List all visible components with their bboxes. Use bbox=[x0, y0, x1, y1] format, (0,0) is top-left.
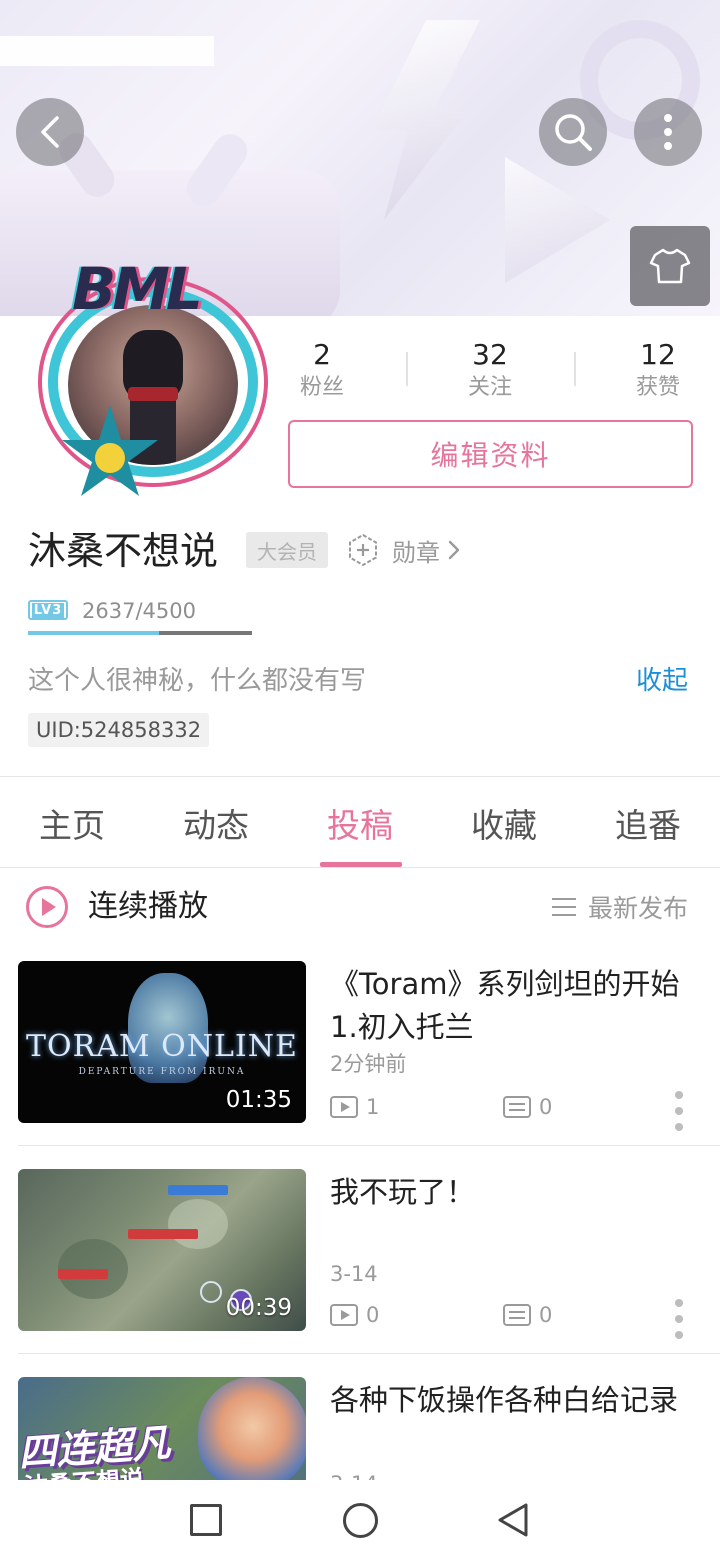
video-item[interactable]: 00:39 我不玩了！ 3-14 0 0 bbox=[0, 1169, 720, 1377]
video-thumbnail[interactable]: TORAM ONLINE DEPARTURE FROM IRUNA 01:35 bbox=[18, 961, 306, 1123]
medal-icon bbox=[349, 533, 377, 567]
video-item[interactable]: 四连超凡 沐桑不想说 各种下饭操作各种白给记录 3-14 bbox=[0, 1377, 720, 1480]
following-count: 32 bbox=[472, 338, 508, 371]
play-count-icon bbox=[330, 1096, 358, 1118]
play-circle-icon[interactable] bbox=[26, 886, 68, 928]
video-item[interactable]: TORAM ONLINE DEPARTURE FROM IRUNA 01:35 … bbox=[0, 961, 720, 1169]
more-vertical-icon[interactable] bbox=[674, 1299, 684, 1339]
avatar-pendant-logo: BML bbox=[72, 255, 203, 323]
back-button[interactable] bbox=[16, 98, 84, 166]
signature: 这个人很神秘，什么都没有写 bbox=[28, 666, 367, 696]
profile-stats: 2 粉丝 32 关注 12 获赞 bbox=[240, 336, 720, 406]
menu-lines-icon bbox=[552, 897, 576, 917]
system-navigation-bar bbox=[0, 1480, 720, 1560]
play-decoration bbox=[505, 157, 610, 283]
tab-bangumi[interactable]: 追番 bbox=[576, 778, 720, 868]
medal-link[interactable]: 勋章 bbox=[346, 532, 462, 568]
danmaku-icon bbox=[503, 1304, 531, 1326]
tab-uploads[interactable]: 投稿 bbox=[288, 778, 432, 868]
fans-count: 2 bbox=[313, 338, 331, 371]
chevron-right-icon bbox=[448, 540, 460, 560]
video-danmaku-count: 0 bbox=[503, 1093, 552, 1121]
avatar[interactable]: BML bbox=[30, 255, 270, 496]
divider bbox=[18, 1145, 720, 1146]
experience-bar bbox=[28, 631, 252, 635]
video-title[interactable]: 我不玩了！ bbox=[330, 1171, 700, 1214]
video-duration: 01:35 bbox=[225, 1087, 292, 1113]
level-badge: LV3 bbox=[28, 600, 68, 620]
stat-divider bbox=[406, 352, 408, 386]
more-options-button[interactable] bbox=[634, 98, 702, 166]
stat-divider bbox=[574, 352, 576, 386]
tab-home[interactable]: 主页 bbox=[0, 778, 144, 868]
recent-apps-button[interactable] bbox=[190, 1504, 222, 1536]
likes-label: 获赞 bbox=[635, 375, 680, 400]
video-danmaku-count: 0 bbox=[503, 1301, 552, 1329]
username: 沐桑不想说 bbox=[28, 529, 219, 573]
medal-label: 勋章 bbox=[392, 538, 440, 567]
play-count-icon bbox=[330, 1304, 358, 1326]
video-duration: 00:39 bbox=[225, 1295, 292, 1321]
video-publish-time: 3-14 bbox=[330, 1471, 378, 1480]
back-arrow-icon bbox=[41, 116, 59, 148]
play-all-button[interactable]: 连续播放 bbox=[88, 888, 208, 926]
video-thumbnail[interactable]: 四连超凡 沐桑不想说 bbox=[18, 1377, 306, 1480]
tab-dynamics[interactable]: 动态 bbox=[144, 778, 288, 868]
video-play-count: 0 bbox=[330, 1301, 379, 1329]
uid-label[interactable]: UID:524858332 bbox=[28, 713, 210, 747]
tab-bar: 主页 动态 投稿 收藏 追番 bbox=[0, 778, 720, 868]
more-vertical-icon bbox=[664, 114, 672, 150]
stat-following[interactable]: 32 关注 bbox=[430, 336, 550, 402]
experience-bar-fill bbox=[28, 631, 160, 635]
divider bbox=[18, 1353, 720, 1354]
following-label: 关注 bbox=[467, 375, 512, 400]
change-skin-button[interactable] bbox=[630, 226, 710, 306]
video-title[interactable]: 《Toram》系列剑坦的开始1.初入托兰 bbox=[330, 963, 700, 1049]
collapse-button[interactable]: 收起 bbox=[636, 664, 688, 698]
likes-count: 12 bbox=[640, 338, 676, 371]
sort-button[interactable]: 最新发布 bbox=[552, 890, 688, 924]
video-title[interactable]: 各种下饭操作各种白给记录 bbox=[330, 1379, 700, 1422]
video-publish-time: 2分钟前 bbox=[330, 1052, 407, 1076]
stat-fans[interactable]: 2 粉丝 bbox=[262, 336, 382, 402]
playlist-header: 连续播放 最新发布 bbox=[0, 868, 720, 946]
stat-likes[interactable]: 12 获赞 bbox=[598, 336, 718, 402]
video-publish-time: 3-14 bbox=[330, 1262, 378, 1286]
video-thumbnail[interactable]: 00:39 bbox=[18, 1169, 306, 1331]
experience-text: 2637/4500 bbox=[82, 599, 196, 623]
home-button[interactable] bbox=[343, 1503, 378, 1538]
divider bbox=[0, 776, 720, 777]
tshirt-icon bbox=[649, 248, 691, 284]
lightning-decoration bbox=[372, 20, 480, 220]
fans-label: 粉丝 bbox=[299, 375, 344, 400]
more-vertical-icon[interactable] bbox=[674, 1091, 684, 1131]
edit-profile-button[interactable]: 编辑资料 bbox=[288, 420, 693, 488]
thumbnail-logo: TORAM ONLINE bbox=[26, 1029, 298, 1064]
search-icon bbox=[555, 114, 592, 151]
tab-favorites[interactable]: 收藏 bbox=[432, 778, 576, 868]
danmaku-icon bbox=[503, 1096, 531, 1118]
system-back-button[interactable] bbox=[496, 1502, 530, 1538]
search-button[interactable] bbox=[539, 98, 607, 166]
thumbnail-subtitle: DEPARTURE FROM IRUNA bbox=[78, 1067, 246, 1077]
sort-label: 最新发布 bbox=[588, 894, 689, 923]
video-play-count: 1 bbox=[330, 1093, 379, 1121]
vip-badge[interactable]: 大会员 bbox=[246, 532, 328, 568]
